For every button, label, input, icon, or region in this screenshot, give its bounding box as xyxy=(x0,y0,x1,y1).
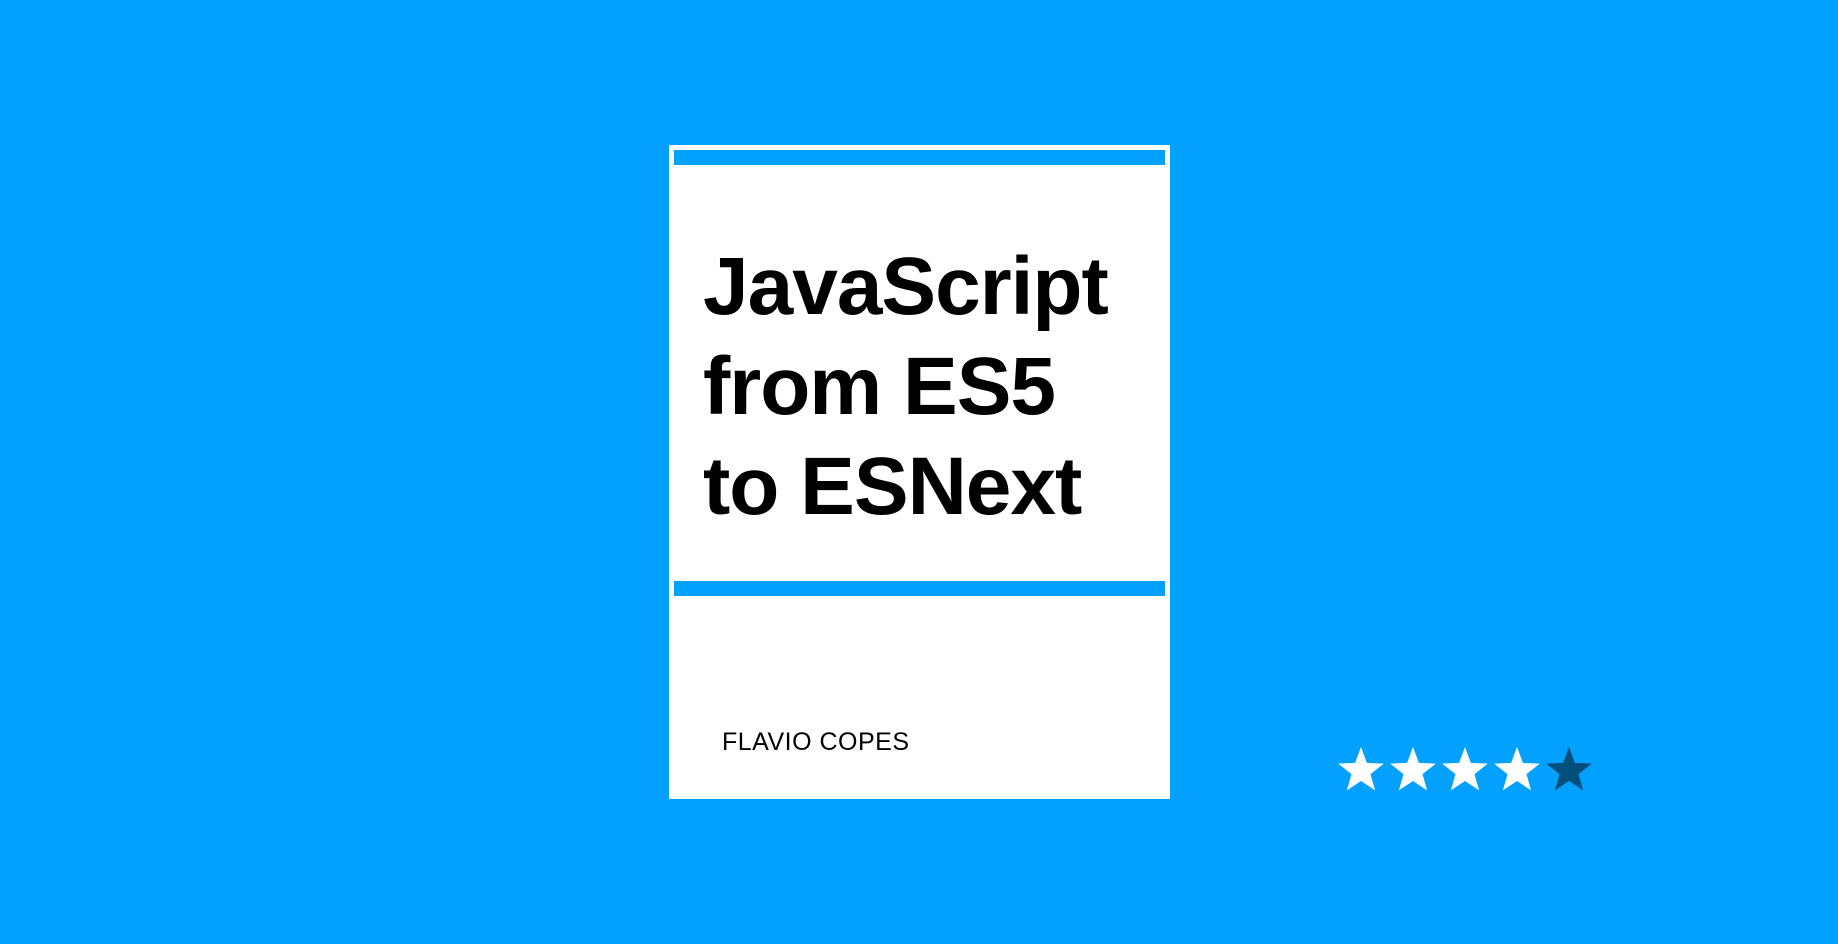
book-title: JavaScript from ES5 to ESNext xyxy=(703,237,1153,537)
book-title-line-3: to ESNext xyxy=(703,441,1082,532)
star-empty-icon xyxy=(1546,747,1592,791)
star-rating xyxy=(1336,744,1594,794)
star-filled-icon xyxy=(1338,747,1384,791)
book-author: FLAVIO COPES xyxy=(722,728,910,756)
book-title-line-1: JavaScript xyxy=(703,241,1109,332)
star-filled-icon xyxy=(1494,747,1540,791)
book-title-line-2: from ES5 xyxy=(703,341,1056,432)
star-filled-icon xyxy=(1442,747,1488,791)
cover-top-bar xyxy=(674,150,1165,165)
book-cover: JavaScript from ES5 to ESNext FLAVIO COP… xyxy=(669,145,1170,799)
cover-bottom-bar xyxy=(674,581,1165,596)
star-filled-icon xyxy=(1390,747,1436,791)
